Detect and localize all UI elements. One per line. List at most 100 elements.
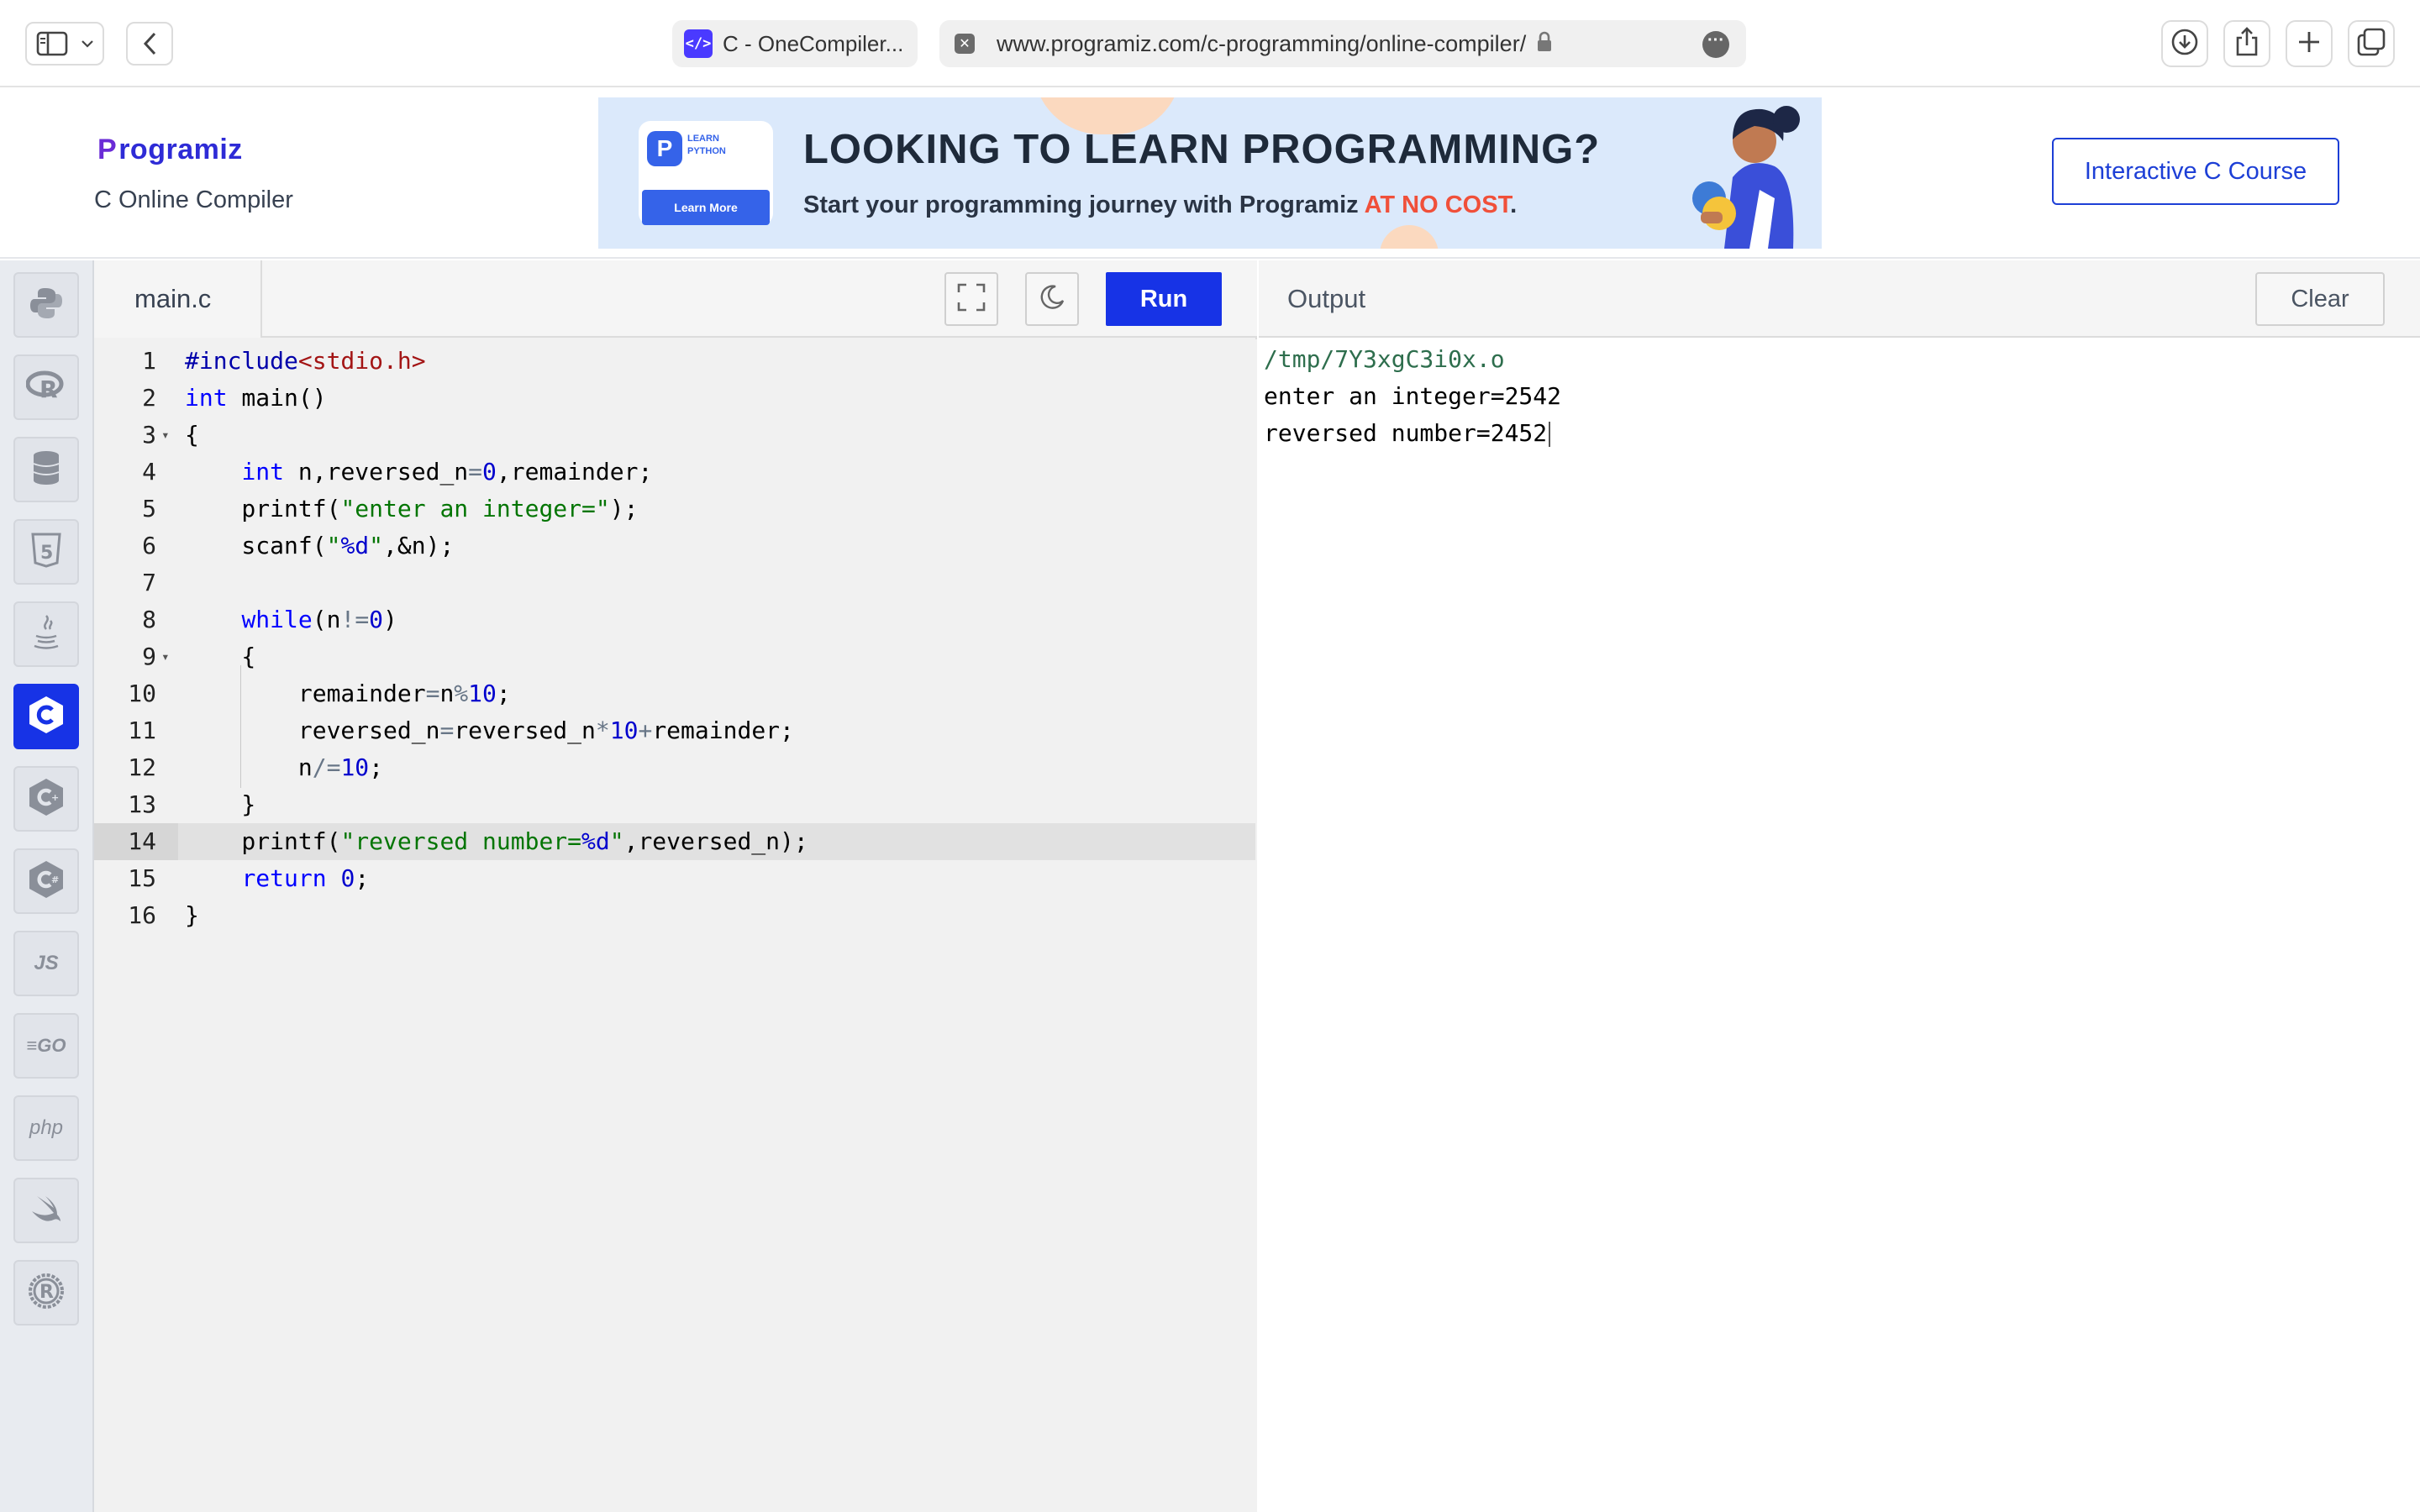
download-button[interactable] bbox=[2161, 20, 2208, 67]
browser-tab[interactable]: </> C - OneCompiler... bbox=[672, 20, 918, 67]
line-number: 16 bbox=[128, 901, 156, 929]
lang-rust-button[interactable]: R bbox=[13, 1260, 79, 1326]
language-sidebar: R 5 + # JS ≡GO php R bbox=[0, 260, 94, 1512]
run-button[interactable]: Run bbox=[1106, 272, 1222, 326]
line-number: 4 bbox=[142, 458, 156, 486]
code-text: n/=10; bbox=[185, 753, 384, 781]
tabs-overview-button[interactable] bbox=[2348, 20, 2395, 67]
code-text: { bbox=[185, 421, 199, 449]
code-line[interactable]: 15 return 0; bbox=[94, 860, 1255, 897]
editor-toolbar: main.c Run bbox=[94, 260, 1257, 338]
output-title: Output bbox=[1287, 284, 1366, 313]
line-number: 13 bbox=[128, 790, 156, 818]
line-number: 14 bbox=[128, 827, 156, 855]
sidebar-toggle-button[interactable] bbox=[25, 22, 104, 66]
swift-icon bbox=[29, 1193, 64, 1229]
code-text: printf("reversed number=%d",reversed_n); bbox=[185, 827, 808, 855]
lang-html-button[interactable]: 5 bbox=[13, 519, 79, 585]
lang-javascript-button[interactable]: JS bbox=[13, 931, 79, 996]
code-text: #include<stdio.h> bbox=[185, 347, 426, 375]
lang-go-button[interactable]: ≡GO bbox=[13, 1013, 79, 1079]
line-number: 7 bbox=[142, 569, 156, 596]
fold-arrow-icon[interactable]: ▾ bbox=[161, 417, 170, 454]
browser-toolbar: </> C - OneCompiler... ✕ www.programiz.c… bbox=[0, 0, 2420, 87]
code-line[interactable]: 16} bbox=[94, 897, 1255, 934]
output-pane: Output Clear /tmp/7Y3xgC3i0x.o enter an … bbox=[1259, 260, 2420, 1512]
lock-icon bbox=[1536, 31, 1553, 57]
ad-subline: Start your programming journey with Prog… bbox=[803, 192, 1518, 218]
programiz-p-icon: P bbox=[647, 131, 682, 166]
clear-button[interactable]: Clear bbox=[2255, 272, 2385, 326]
text-cursor bbox=[1549, 422, 1551, 447]
lang-r-button[interactable]: R bbox=[13, 354, 79, 420]
fullscreen-icon bbox=[957, 283, 986, 316]
code-line[interactable]: 1 #include<stdio.h> bbox=[94, 343, 1255, 380]
cpp-icon: + bbox=[27, 777, 66, 822]
code-line[interactable]: 3 ▾ { bbox=[94, 417, 1255, 454]
lang-swift-button[interactable] bbox=[13, 1178, 79, 1243]
code-line[interactable]: 6 scanf("%d",&n); bbox=[94, 528, 1255, 564]
ad-card-label: LEARN PYTHON bbox=[687, 134, 726, 156]
c-language-icon bbox=[27, 695, 66, 739]
chevron-down-icon[interactable] bbox=[82, 39, 93, 48]
share-button[interactable] bbox=[2223, 20, 2270, 67]
code-line[interactable]: 14 printf("reversed number=%d",reversed_… bbox=[94, 823, 1255, 860]
code-line[interactable]: 11 reversed_n=reversed_n*10+remainder; bbox=[94, 712, 1255, 749]
code-text: return 0; bbox=[241, 864, 370, 892]
svg-text:R: R bbox=[39, 1282, 54, 1303]
code-line[interactable]: 5 printf("enter an integer="); bbox=[94, 491, 1255, 528]
code-text: int main() bbox=[185, 384, 327, 412]
go-icon: ≡GO bbox=[26, 1035, 66, 1056]
file-tab[interactable]: main.c bbox=[94, 260, 262, 338]
ad-learn-more-button[interactable]: Learn More bbox=[642, 190, 770, 225]
svg-text:#: # bbox=[51, 874, 59, 885]
code-line[interactable]: 13 } bbox=[94, 786, 1255, 823]
back-button[interactable] bbox=[126, 22, 173, 66]
line-number: 11 bbox=[128, 717, 156, 744]
html5-icon: 5 bbox=[31, 533, 61, 572]
code-line[interactable]: 7 bbox=[94, 564, 1255, 601]
fullscreen-button[interactable] bbox=[944, 272, 998, 326]
r-language-icon: R bbox=[25, 369, 66, 407]
site-favicon-icon: ✕ bbox=[955, 34, 975, 54]
programiz-logo[interactable]: Programiz bbox=[96, 133, 243, 166]
interactive-course-button[interactable]: Interactive C Course bbox=[2052, 138, 2339, 205]
lang-c-button[interactable] bbox=[13, 684, 79, 749]
python-icon bbox=[28, 285, 65, 326]
tabs-overview-icon bbox=[2357, 28, 2386, 60]
code-text: int n,reversed_n=0,remainder; bbox=[241, 458, 653, 486]
moon-icon bbox=[1039, 284, 1065, 315]
code-area[interactable]: 1 #include<stdio.h> 2 int main() 3 ▾{4 int n,… bbox=[94, 339, 1257, 1512]
theme-toggle-button[interactable] bbox=[1025, 272, 1079, 326]
code-line[interactable]: 4 int n,reversed_n=0,remainder; bbox=[94, 454, 1255, 491]
more-icon[interactable]: ··· bbox=[1702, 31, 1729, 58]
lang-csharp-button[interactable]: # bbox=[13, 848, 79, 914]
lang-cpp-button[interactable]: + bbox=[13, 766, 79, 832]
code-editor-pane: main.c Run 1 #include<stdio.h> 2 int main()… bbox=[94, 260, 1257, 1512]
address-bar[interactable]: ✕ www.programiz.com/c-programming/online… bbox=[939, 20, 1746, 67]
tab-title: C - OneCompiler... bbox=[723, 30, 904, 56]
output-line-last[interactable]: reversed number=2452 bbox=[1264, 415, 1551, 452]
logo-initial: P bbox=[97, 134, 118, 165]
lang-sql-button[interactable] bbox=[13, 437, 79, 502]
lang-php-button[interactable]: php bbox=[13, 1095, 79, 1161]
new-tab-button[interactable] bbox=[2286, 20, 2333, 67]
code-line[interactable]: 8 while(n!=0) bbox=[94, 601, 1255, 638]
url-text[interactable]: www.programiz.com/c-programming/online-c… bbox=[997, 31, 1526, 57]
svg-text:5: 5 bbox=[40, 543, 53, 564]
fold-arrow-icon[interactable]: ▾ bbox=[161, 638, 170, 675]
database-icon bbox=[31, 449, 61, 491]
logo-text: rogramiz bbox=[118, 134, 243, 165]
ad-banner[interactable]: P LEARN PYTHON Learn More LOOKING TO LEAR… bbox=[598, 97, 1822, 249]
svg-text:R: R bbox=[39, 375, 58, 402]
code-line[interactable]: 2 int main() bbox=[94, 380, 1255, 417]
code-line[interactable]: 10 remainder=n%10; bbox=[94, 675, 1255, 712]
ad-headline: LOOKING TO LEARN PROGRAMMING? bbox=[803, 127, 1601, 172]
code-line[interactable]: 12 n/=10; bbox=[94, 749, 1255, 786]
lang-python-button[interactable] bbox=[13, 272, 79, 338]
lang-java-button[interactable] bbox=[13, 601, 79, 667]
code-line[interactable]: 9 ▾ { bbox=[94, 638, 1255, 675]
php-icon: php bbox=[29, 1116, 64, 1139]
site-header: Programiz C Online Compiler P LEARN PYTHO… bbox=[0, 89, 2420, 259]
code-text: scanf("%d",&n); bbox=[185, 532, 455, 559]
